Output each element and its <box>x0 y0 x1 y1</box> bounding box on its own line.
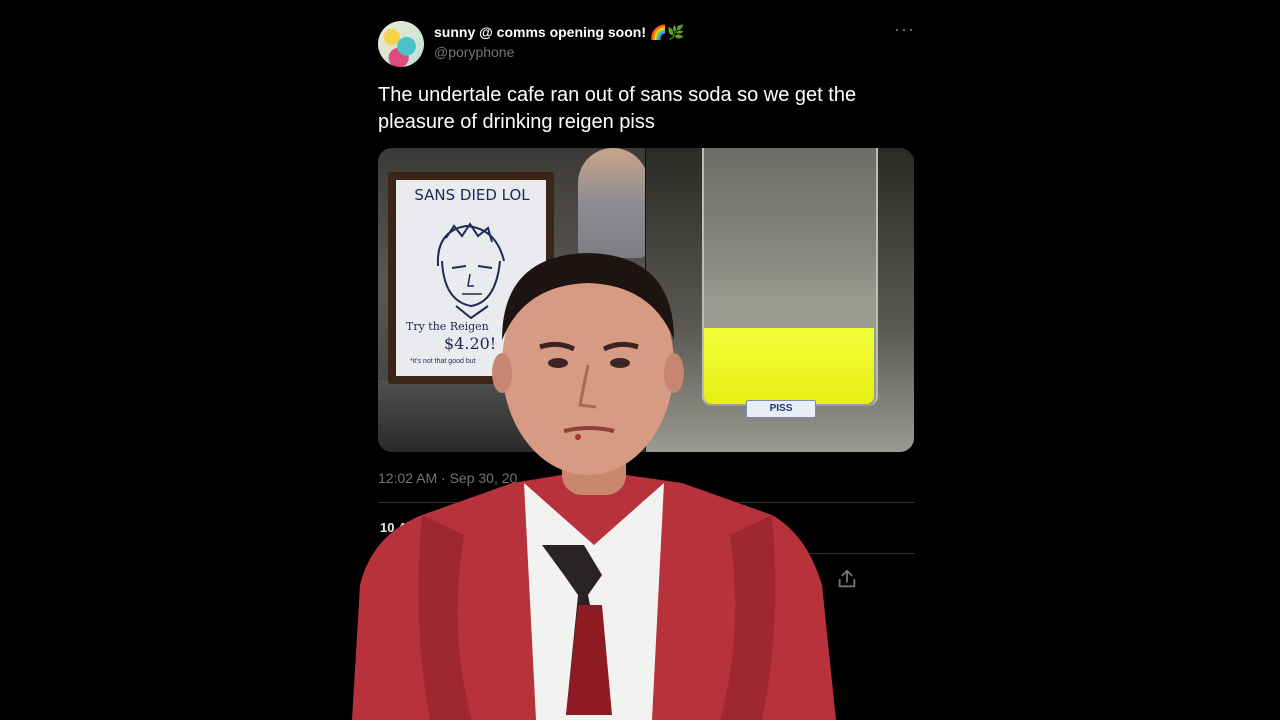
tweet-text: The undertale cafe ran out of sans soda … <box>378 84 857 133</box>
person-background <box>578 148 646 258</box>
display-name[interactable]: sunny @ comms opening soon! 🌈🌿 <box>434 24 685 41</box>
sign-title: SANS DIED LOL <box>414 186 530 204</box>
man-in-red-suit-overlay <box>352 253 836 720</box>
user-handle[interactable]: @poryphone <box>434 44 514 60</box>
avatar[interactable] <box>378 21 424 67</box>
share-icon[interactable] <box>836 568 858 590</box>
ellipsis-icon[interactable]: ··· <box>894 20 914 42</box>
